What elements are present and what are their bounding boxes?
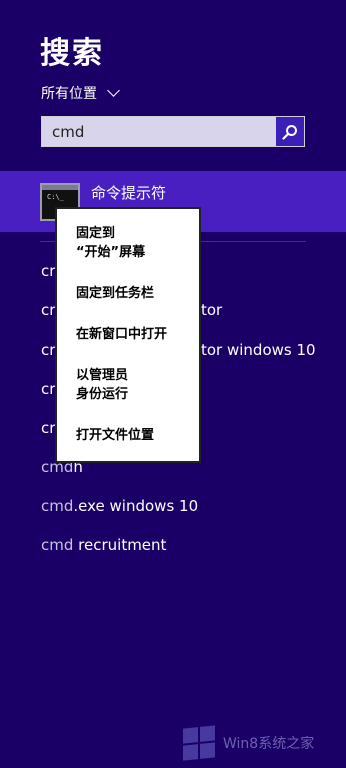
result-item[interactable]: cmd recruitment: [41, 536, 166, 554]
page-title: 搜索: [40, 36, 104, 71]
menu-item-run-as-admin[interactable]: 以管理员 身份运行: [76, 366, 128, 404]
scope-label: 所有位置: [41, 86, 97, 102]
top-result-label: 命令提示符: [91, 184, 167, 202]
result-item[interactable]: cmd.exe windows 10: [41, 497, 198, 515]
context-menu: 固定到 “开始”屏幕 固定到任务栏 在新窗口中打开 以管理员 身份运行 打开文件…: [55, 207, 201, 463]
command-prompt-icon-text: C:\_: [47, 193, 64, 201]
result-item[interactable]: cr tor windows 10: [41, 341, 316, 359]
watermark-text: Win8系统之家: [223, 736, 315, 752]
windows-logo-icon: [183, 725, 215, 761]
chevron-down-icon: [107, 84, 120, 97]
result-item[interactable]: cr: [41, 419, 55, 437]
search-icon: [282, 124, 297, 140]
menu-item-pin-to-taskbar[interactable]: 固定到任务栏: [76, 284, 154, 303]
search-button[interactable]: [276, 117, 304, 146]
menu-item-open-new-window[interactable]: 在新窗口中打开: [76, 325, 167, 344]
scope-dropdown[interactable]: 所有位置: [41, 83, 120, 103]
watermark: Win8系统之家: [183, 725, 315, 761]
result-item[interactable]: cr: [41, 262, 55, 280]
result-item[interactable]: cr: [41, 380, 55, 398]
result-item[interactable]: cr tor: [41, 301, 222, 319]
search-input[interactable]: [42, 117, 277, 146]
menu-item-open-file-location[interactable]: 打开文件位置: [76, 426, 154, 445]
menu-item-pin-to-start[interactable]: 固定到 “开始”屏幕: [76, 224, 145, 262]
search-box: [41, 116, 305, 147]
